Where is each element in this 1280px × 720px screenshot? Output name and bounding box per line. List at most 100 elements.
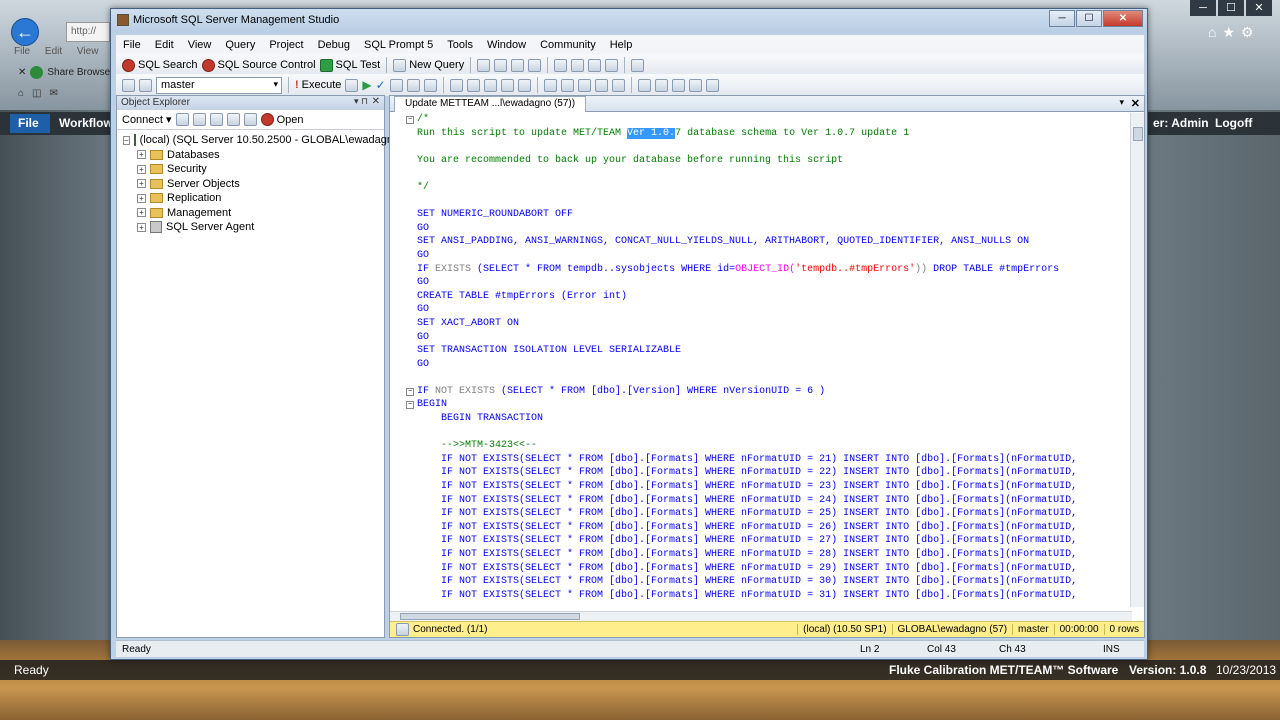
menu-window[interactable]: Window: [480, 39, 533, 51]
expand-icon[interactable]: +: [137, 150, 146, 160]
expand-icon[interactable]: +: [137, 179, 146, 189]
tree-node-server-objects[interactable]: + Server Objects: [123, 177, 384, 192]
change-connection-icon[interactable]: [122, 78, 135, 92]
display-plan-icon[interactable]: [389, 78, 403, 92]
home-icon[interactable]: ⌂: [18, 88, 32, 99]
menu-sql-prompt[interactable]: SQL Prompt 5: [357, 39, 440, 51]
save-all-icon[interactable]: [605, 58, 619, 72]
mdx-query-icon[interactable]: [511, 58, 525, 72]
results-text-icon[interactable]: [483, 78, 497, 92]
menu-project[interactable]: Project: [262, 39, 310, 51]
stop-icon[interactable]: [345, 78, 359, 92]
disconnect-icon[interactable]: [192, 113, 206, 126]
sql-prompt-snippets-icon[interactable]: [705, 78, 719, 92]
metteam-workflow-tab[interactable]: Workflow: [59, 116, 113, 130]
query-options-icon[interactable]: [406, 78, 420, 92]
scroll-thumb[interactable]: [1133, 127, 1143, 141]
uncomment-icon[interactable]: [560, 78, 574, 92]
menu-help[interactable]: Help: [603, 39, 640, 51]
metteam-file-button[interactable]: File: [10, 114, 50, 133]
open-button[interactable]: Open: [260, 113, 303, 126]
menu-tools[interactable]: Tools: [440, 39, 480, 51]
tree-node-replication[interactable]: + Replication: [123, 191, 384, 206]
pin-icon[interactable]: ▾ ⊓: [354, 96, 368, 107]
expand-icon[interactable]: +: [137, 222, 146, 232]
editor-tab[interactable]: Update METTEAM ...l\ewadagno (57)): [394, 96, 587, 112]
browser-menu-file[interactable]: File: [14, 46, 30, 57]
browser-menu-view[interactable]: View: [77, 46, 99, 57]
sql-prompt-uppercase-icon[interactable]: [688, 78, 702, 92]
object-explorer-close-icon[interactable]: ✕: [372, 96, 380, 107]
expand-icon[interactable]: +: [137, 193, 146, 203]
ssms-close-button[interactable]: ✕: [1103, 10, 1143, 27]
expand-icon[interactable]: +: [137, 164, 146, 174]
menu-debug[interactable]: Debug: [311, 39, 357, 51]
tab-dropdown-icon[interactable]: ▾: [1119, 97, 1124, 108]
include-plan-icon[interactable]: [449, 78, 463, 92]
menu-file[interactable]: File: [116, 39, 148, 51]
expand-icon[interactable]: +: [137, 208, 146, 218]
parse-checkmark-icon[interactable]: ✓: [376, 78, 386, 92]
sql-prompt-format-icon[interactable]: [637, 78, 651, 92]
new-file-icon[interactable]: [554, 58, 568, 72]
editor-close-icon[interactable]: ✕: [1131, 97, 1140, 110]
filter-icon[interactable]: [226, 113, 240, 126]
menu-edit[interactable]: Edit: [148, 39, 181, 51]
menu-view[interactable]: View: [181, 39, 219, 51]
star-icon[interactable]: ★: [1222, 24, 1241, 40]
browser-tab[interactable]: http://: [66, 22, 110, 42]
specify-values-icon[interactable]: [611, 78, 625, 92]
intellisense-icon[interactable]: [423, 78, 437, 92]
connect-dropdown[interactable]: Connect ▾: [122, 113, 172, 126]
ssms-minimize-button[interactable]: ─: [1049, 10, 1075, 27]
rss-icon[interactable]: ◫: [32, 88, 49, 99]
ssms-maximize-button[interactable]: ☐: [1076, 10, 1102, 27]
sql-source-control-button[interactable]: SQL Source Control: [201, 58, 316, 72]
tree-node-security[interactable]: + Security: [123, 162, 384, 177]
sql-prompt-expand-icon[interactable]: [654, 78, 668, 92]
sql-prompt-qualify-icon[interactable]: [671, 78, 685, 92]
sql-code-area[interactable]: /* Run this script to update MET/TEAM Ver…: [417, 113, 1129, 607]
new-query-button[interactable]: New Query: [393, 58, 464, 72]
mail-icon[interactable]: ✉: [50, 88, 66, 99]
maximize-button[interactable]: ☐: [1218, 0, 1244, 16]
horizontal-scrollbar[interactable]: [390, 611, 1132, 621]
tree-node-management[interactable]: + Management: [123, 206, 384, 221]
results-grid-icon[interactable]: [500, 78, 514, 92]
tree-node-databases[interactable]: + Databases: [123, 148, 384, 163]
sql-search-button[interactable]: SQL Search: [122, 58, 198, 72]
tree-node-server[interactable]: − (local) (SQL Server 10.50.2500 - GLOBAL…: [123, 133, 403, 148]
tree-node-sql-server-agent[interactable]: + SQL Server Agent: [123, 220, 384, 235]
comment-icon[interactable]: [543, 78, 557, 92]
outdent-icon[interactable]: [577, 78, 591, 92]
scroll-thumb[interactable]: [400, 613, 580, 620]
xmla-query-icon[interactable]: [528, 58, 542, 72]
refresh-icon[interactable]: [243, 113, 257, 126]
minimize-button[interactable]: ─: [1190, 0, 1216, 16]
back-arrow-icon[interactable]: ←: [11, 18, 39, 46]
connect-object-explorer-icon[interactable]: [175, 113, 189, 126]
open-folder-icon[interactable]: [571, 58, 585, 72]
save-icon[interactable]: [588, 58, 602, 72]
database-select[interactable]: master: [156, 76, 282, 94]
menu-community[interactable]: Community: [533, 39, 603, 51]
sql-test-button[interactable]: SQL Test: [319, 58, 380, 72]
gear-icon[interactable]: ⚙: [1241, 24, 1260, 40]
activity-monitor-icon[interactable]: [631, 58, 645, 72]
vertical-scrollbar[interactable]: [1130, 113, 1144, 607]
analysis-query-icon[interactable]: [494, 58, 508, 72]
client-stats-icon[interactable]: [466, 78, 480, 92]
menu-query[interactable]: Query: [218, 39, 262, 51]
close-button[interactable]: ✕: [1246, 0, 1272, 16]
metteam-logoff-link[interactable]: Logoff: [1215, 116, 1252, 130]
db-engine-query-icon[interactable]: [477, 58, 491, 72]
fold-collapse-icon[interactable]: −: [406, 388, 414, 396]
indent-icon[interactable]: [594, 78, 608, 92]
browser-menu-edit[interactable]: Edit: [45, 46, 62, 57]
fold-collapse-icon[interactable]: −: [406, 116, 414, 124]
execute-button[interactable]: ! Execute: [295, 79, 341, 91]
stop-icon[interactable]: [209, 113, 223, 126]
share-browser-button[interactable]: ✕ Share Browser: [18, 63, 114, 81]
connect-icon[interactable]: [139, 78, 152, 92]
close-icon[interactable]: ✕: [18, 67, 26, 78]
